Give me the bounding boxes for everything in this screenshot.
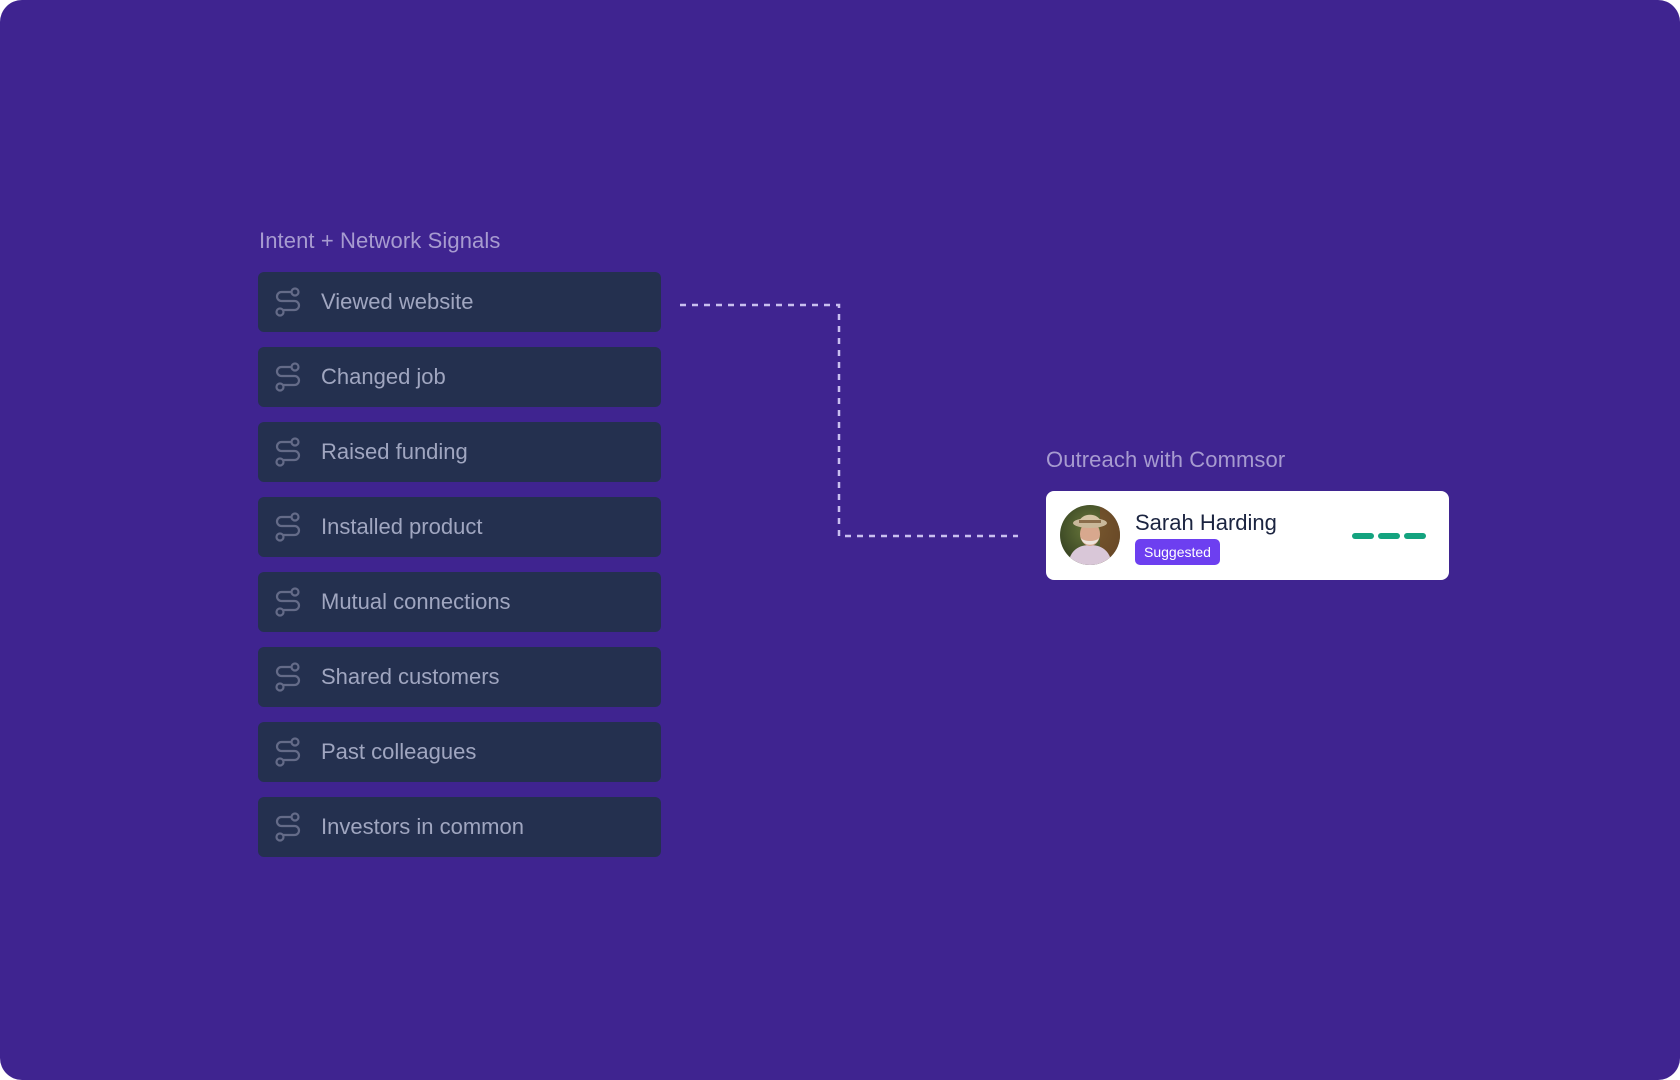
signal-item-past-colleagues[interactable]: Past colleagues — [258, 722, 661, 782]
avatar — [1060, 505, 1120, 565]
progress-step — [1352, 533, 1374, 539]
signal-item-viewed-website[interactable]: Viewed website — [258, 272, 661, 332]
signal-item-raised-funding[interactable]: Raised funding — [258, 422, 661, 482]
sequence-progress — [1352, 533, 1426, 539]
signal-item-investors-in-common[interactable]: Investors in common — [258, 797, 661, 857]
signal-label: Viewed website — [321, 289, 474, 314]
signal-list: Viewed website Changed job Raised fundin… — [258, 272, 661, 857]
progress-step — [1404, 533, 1426, 539]
signal-label: Installed product — [321, 514, 483, 539]
contact-name: Sarah Harding — [1135, 510, 1277, 535]
signal-label: Past colleagues — [321, 739, 477, 764]
signal-label: Raised funding — [321, 439, 468, 464]
canvas: Intent + Network Signals Viewed website … — [0, 0, 1680, 1080]
signal-route-icon — [275, 287, 301, 317]
signals-section-title: Intent + Network Signals — [259, 228, 501, 253]
signal-label: Shared customers — [321, 664, 500, 689]
signal-route-icon — [275, 812, 301, 842]
signal-route-icon — [275, 587, 301, 617]
status-badge: Suggested — [1135, 539, 1220, 565]
signal-route-icon — [275, 737, 301, 767]
signal-item-installed-product[interactable]: Installed product — [258, 497, 661, 557]
signal-route-icon — [275, 512, 301, 542]
signal-item-mutual-connections[interactable]: Mutual connections — [258, 572, 661, 632]
signal-label: Investors in common — [321, 814, 524, 839]
outreach-section-title: Outreach with Commsor — [1046, 447, 1286, 472]
signal-route-icon — [275, 662, 301, 692]
signal-route-icon — [275, 437, 301, 467]
signal-label: Mutual connections — [321, 589, 511, 614]
progress-step — [1378, 533, 1400, 539]
contact-card[interactable]: Sarah Harding Suggested — [1046, 491, 1449, 580]
signal-item-shared-customers[interactable]: Shared customers — [258, 647, 661, 707]
signal-label: Changed job — [321, 364, 446, 389]
signal-route-icon — [275, 362, 301, 392]
signal-item-changed-job[interactable]: Changed job — [258, 347, 661, 407]
